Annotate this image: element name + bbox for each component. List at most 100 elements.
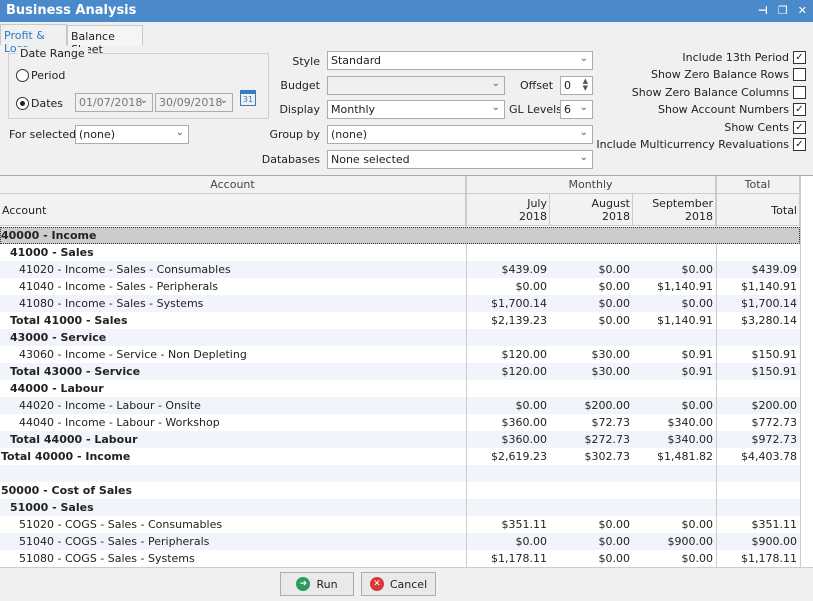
cancel-button[interactable]: ✕ Cancel <box>361 572 436 596</box>
table-row[interactable]: 50000 - Cost of Sales <box>0 482 800 499</box>
column-header-august[interactable]: August 2018 <box>550 194 633 226</box>
table-row[interactable]: 44020 - Income - Labour - Onsite $0.00 $20… <box>0 397 800 414</box>
account-cell: 51020 - COGS - Sales - Consumables <box>19 518 223 531</box>
gl-levels-value: 6 <box>564 103 571 116</box>
chevron-down-icon: ⌄ <box>491 78 500 89</box>
value-cell: $1,178.11 <box>491 552 547 565</box>
from-date-input[interactable]: 01/07/2018 ⌄ <box>75 93 153 112</box>
style-select[interactable]: Standard ⌄ <box>327 51 593 70</box>
value-cell: $0.00 <box>598 280 631 293</box>
budget-select[interactable]: ⌄ <box>327 76 505 95</box>
chevron-down-icon: ⌄ <box>579 53 588 64</box>
value-cell: $1,700.14 <box>491 297 547 310</box>
tab-profit-loss[interactable]: Profit & Loss <box>0 24 67 55</box>
chevron-down-icon: ⌄ <box>579 102 588 113</box>
period-label: Period <box>31 69 66 82</box>
table-row[interactable]: 51020 - COGS - Sales - Consumables $351.1… <box>0 516 800 533</box>
column-header-july[interactable]: July 2018 <box>466 194 550 226</box>
table-row[interactable]: 41000 - Sales <box>0 244 800 261</box>
table-row[interactable]: 43000 - Service <box>0 329 800 346</box>
value-cell: $360.00 <box>501 416 548 429</box>
close-icon[interactable]: ✕ <box>798 4 807 17</box>
offset-value: 0 <box>564 79 571 92</box>
run-button[interactable]: ➜ Run <box>280 572 354 596</box>
table-row[interactable]: Total 43000 - Service $120.00 $30.00 $0.91 $… <box>0 363 800 380</box>
value-cell: $351.11 <box>501 518 548 531</box>
value-cell: $120.00 <box>501 365 548 378</box>
value-cell: $0.00 <box>681 297 714 310</box>
restore-icon[interactable]: ❐ <box>778 4 788 17</box>
value-cell: $0.00 <box>598 314 631 327</box>
table-row[interactable]: 51080 - COGS - Sales - Systems $1,178.11 $… <box>0 550 800 567</box>
column-header-account[interactable]: Account <box>0 194 466 226</box>
table-row[interactable]: Total 40000 - Income $2,619.23 $302.73 $1,4… <box>0 448 800 465</box>
budget-label: Budget <box>280 79 320 92</box>
table-row[interactable] <box>0 465 800 482</box>
pin-icon[interactable]: ⊣ <box>758 4 768 17</box>
value-cell: $150.91 <box>751 348 798 361</box>
tab-balance-sheet[interactable]: Balance Sheet <box>67 25 143 56</box>
spinner-arrows-icon[interactable]: ▲ ▼ <box>583 78 588 92</box>
chevron-down-icon: ⌄ <box>175 127 184 138</box>
value-cell: $120.00 <box>501 348 548 361</box>
account-cell: Total 41000 - Sales <box>10 314 128 327</box>
chevron-down-icon: ⌄ <box>579 152 588 163</box>
table-row[interactable]: Total 44000 - Labour $360.00 $272.73 $340.0… <box>0 431 800 448</box>
table-row[interactable]: 43060 - Income - Service - Non Depleting… <box>0 346 800 363</box>
for-selected-select[interactable]: (none) ⌄ <box>75 125 189 144</box>
value-cell: $900.00 <box>751 535 798 548</box>
table-row[interactable]: 40000 - Income <box>0 227 800 244</box>
option-checkbox[interactable]: ✓ <box>793 120 806 134</box>
table-row[interactable]: 51000 - Sales <box>0 499 800 516</box>
for-selected-value: (none) <box>79 128 116 141</box>
table-row[interactable]: 41020 - Income - Sales - Consumables $439… <box>0 261 800 278</box>
cancel-icon: ✕ <box>369 577 384 591</box>
option-label: Include 13th Period <box>682 51 789 64</box>
chevron-down-icon: ⌄ <box>579 127 588 138</box>
option-checkbox[interactable]: ✓ <box>793 103 806 117</box>
value-cell: $772.73 <box>751 416 798 429</box>
to-date-value: 30/09/2018 <box>159 96 223 109</box>
value-cell: $30.00 <box>591 348 631 361</box>
option-label: Show Cents <box>724 120 789 134</box>
period-radio[interactable] <box>16 69 29 82</box>
dates-radio[interactable] <box>16 97 29 110</box>
value-cell: $1,140.91 <box>657 280 713 293</box>
value-cell: $1,481.82 <box>657 450 713 463</box>
value-cell: $4,403.78 <box>741 450 797 463</box>
window-title: Business Analysis <box>6 3 137 18</box>
option-checkbox[interactable] <box>793 85 806 99</box>
band-account: Account <box>0 176 466 194</box>
offset-spinner[interactable]: 0 ▲ ▼ <box>560 76 593 95</box>
column-header-total[interactable]: Total <box>716 194 800 226</box>
divider <box>0 567 813 568</box>
table-row[interactable]: 41040 - Income - Sales - Peripherals $0.0… <box>0 278 800 295</box>
column-header-september[interactable]: September 2018 <box>633 194 716 226</box>
run-label: Run <box>316 577 338 591</box>
display-select[interactable]: Monthly ⌄ <box>327 100 505 119</box>
account-cell: 41080 - Income - Sales - Systems <box>19 297 204 310</box>
calendar-icon[interactable]: 31 <box>240 90 256 106</box>
value-cell: $0.00 <box>515 535 548 548</box>
option-label: Show Account Numbers <box>657 103 789 117</box>
option-checkbox[interactable]: ✓ <box>793 51 806 64</box>
table-row[interactable]: 41080 - Income - Sales - Systems $1,700.1… <box>0 295 800 312</box>
table-row[interactable]: Total 41000 - Sales $2,139.23 $0.00 $1,140.… <box>0 312 800 329</box>
value-cell: $0.00 <box>598 552 631 565</box>
to-date-input[interactable]: 30/09/2018 ⌄ <box>155 93 233 112</box>
gl-levels-select[interactable]: 6 ⌄ <box>560 100 593 119</box>
group-by-select[interactable]: (none) ⌄ <box>327 125 593 144</box>
table-row[interactable]: 44000 - Labour <box>0 380 800 397</box>
table-row[interactable]: 44040 - Income - Labour - Workshop $360.0… <box>0 414 800 431</box>
value-cell: $439.09 <box>501 263 548 276</box>
option-checkbox[interactable]: ✓ <box>793 138 806 151</box>
group-by-value: (none) <box>331 128 368 141</box>
value-cell: $0.00 <box>681 399 714 412</box>
cancel-label: Cancel <box>389 577 428 591</box>
table-row[interactable]: 51040 - COGS - Sales - Peripherals $0.00 $… <box>0 533 800 550</box>
account-cell: 44040 - Income - Labour - Workshop <box>19 416 220 429</box>
value-cell: $30.00 <box>591 365 631 378</box>
option-checkbox[interactable] <box>793 68 806 82</box>
value-cell: $0.00 <box>681 552 714 565</box>
databases-select[interactable]: None selected ⌄ <box>327 150 593 169</box>
